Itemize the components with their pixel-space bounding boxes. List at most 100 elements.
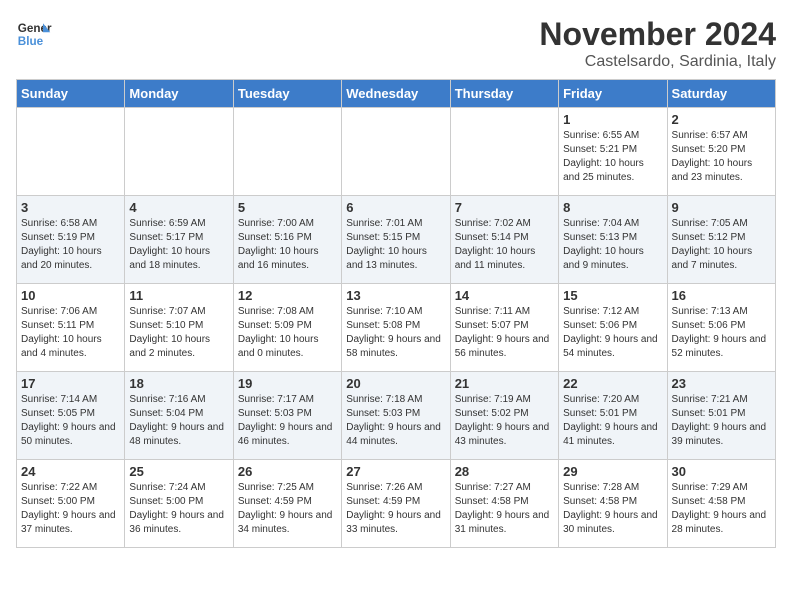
logo: General Blue [16, 16, 52, 52]
day-info: Sunrise: 7:01 AM Sunset: 5:15 PM Dayligh… [346, 217, 445, 273]
day-number: 26 [238, 464, 337, 479]
day-info: Sunrise: 7:19 AM Sunset: 5:02 PM Dayligh… [455, 393, 554, 449]
day-number: 12 [238, 288, 337, 303]
weekday-header-thursday: Thursday [450, 80, 558, 108]
day-info: Sunrise: 6:55 AM Sunset: 5:21 PM Dayligh… [563, 129, 662, 185]
day-cell: 12 Sunrise: 7:08 AM Sunset: 5:09 PM Dayli… [233, 284, 341, 372]
day-number: 21 [455, 376, 554, 391]
logo-icon: General Blue [16, 16, 52, 52]
weekday-header-row: SundayMondayTuesdayWednesdayThursdayFrid… [17, 80, 776, 108]
day-cell: 1Sunrise: 6:55 AM Sunset: 5:21 PM Daylig… [559, 108, 667, 196]
day-number: 25 [129, 464, 228, 479]
day-info: Sunrise: 7:26 AM Sunset: 4:59 PM Dayligh… [346, 481, 445, 537]
svg-text:Blue: Blue [18, 35, 44, 48]
day-cell [450, 108, 558, 196]
weekday-header-wednesday: Wednesday [342, 80, 450, 108]
day-cell: 10 Sunrise: 7:06 AM Sunset: 5:11 PM Dayli… [17, 284, 125, 372]
day-cell: 28Sunrise: 7:27 AM Sunset: 4:58 PM Dayli… [450, 460, 558, 548]
day-number: 8 [563, 200, 662, 215]
day-info: Sunrise: 7:24 AM Sunset: 5:00 PM Dayligh… [129, 481, 228, 537]
day-number: 27 [346, 464, 445, 479]
day-number: 17 [21, 376, 120, 391]
day-number: 19 [238, 376, 337, 391]
weekday-header-monday: Monday [125, 80, 233, 108]
day-info: Sunrise: 7:12 AM Sunset: 5:06 PM Dayligh… [563, 305, 662, 361]
day-cell: 29 Sunrise: 7:28 AM Sunset: 4:58 PM Dayli… [559, 460, 667, 548]
weekday-header-tuesday: Tuesday [233, 80, 341, 108]
day-number: 16 [672, 288, 771, 303]
day-info: Sunrise: 7:28 AM Sunset: 4:58 PM Dayligh… [563, 481, 662, 537]
day-number: 30 [672, 464, 771, 479]
day-number: 13 [346, 288, 445, 303]
day-info: Sunrise: 7:05 AM Sunset: 5:12 PM Dayligh… [672, 217, 771, 273]
day-info: Sunrise: 7:06 AM Sunset: 5:11 PM Dayligh… [21, 305, 120, 361]
week-row-3: 17 Sunrise: 7:14 AM Sunset: 5:05 PM Dayli… [17, 372, 776, 460]
week-row-2: 10 Sunrise: 7:06 AM Sunset: 5:11 PM Dayli… [17, 284, 776, 372]
day-cell: 27 Sunrise: 7:26 AM Sunset: 4:59 PM Dayli… [342, 460, 450, 548]
day-number: 14 [455, 288, 554, 303]
day-number: 18 [129, 376, 228, 391]
day-cell: 20 Sunrise: 7:18 AM Sunset: 5:03 PM Dayli… [342, 372, 450, 460]
day-info: Sunrise: 7:17 AM Sunset: 5:03 PM Dayligh… [238, 393, 337, 449]
day-number: 7 [455, 200, 554, 215]
day-number: 3 [21, 200, 120, 215]
day-cell: 24 Sunrise: 7:22 AM Sunset: 5:00 PM Dayli… [17, 460, 125, 548]
day-info: Sunrise: 7:25 AM Sunset: 4:59 PM Dayligh… [238, 481, 337, 537]
day-info: Sunrise: 7:18 AM Sunset: 5:03 PM Dayligh… [346, 393, 445, 449]
day-info: Sunrise: 7:11 AM Sunset: 5:07 PM Dayligh… [455, 305, 554, 361]
week-row-1: 3 Sunrise: 6:58 AM Sunset: 5:19 PM Daylig… [17, 196, 776, 284]
day-info: Sunrise: 7:14 AM Sunset: 5:05 PM Dayligh… [21, 393, 120, 449]
day-info: Sunrise: 7:16 AM Sunset: 5:04 PM Dayligh… [129, 393, 228, 449]
day-cell [233, 108, 341, 196]
day-number: 2 [672, 112, 771, 127]
day-cell: 16Sunrise: 7:13 AM Sunset: 5:06 PM Dayli… [667, 284, 775, 372]
day-info: Sunrise: 7:00 AM Sunset: 5:16 PM Dayligh… [238, 217, 337, 273]
calendar-table: SundayMondayTuesdayWednesdayThursdayFrid… [16, 79, 776, 548]
day-cell: 2 Sunrise: 6:57 AM Sunset: 5:20 PM Daylig… [667, 108, 775, 196]
day-number: 4 [129, 200, 228, 215]
day-info: Sunrise: 6:58 AM Sunset: 5:19 PM Dayligh… [21, 217, 120, 273]
weekday-header-sunday: Sunday [17, 80, 125, 108]
day-number: 20 [346, 376, 445, 391]
day-cell: 14 Sunrise: 7:11 AM Sunset: 5:07 PM Dayli… [450, 284, 558, 372]
day-info: Sunrise: 7:07 AM Sunset: 5:10 PM Dayligh… [129, 305, 228, 361]
day-number: 5 [238, 200, 337, 215]
day-cell: 9 Sunrise: 7:05 AM Sunset: 5:12 PM Daylig… [667, 196, 775, 284]
day-cell: 22Sunrise: 7:20 AM Sunset: 5:01 PM Dayli… [559, 372, 667, 460]
day-number: 9 [672, 200, 771, 215]
header: General Blue November 2024 Castelsardo, … [16, 16, 776, 71]
day-cell: 4 Sunrise: 6:59 AM Sunset: 5:17 PM Daylig… [125, 196, 233, 284]
day-cell: 17 Sunrise: 7:14 AM Sunset: 5:05 PM Dayli… [17, 372, 125, 460]
day-cell [17, 108, 125, 196]
day-cell: 6Sunrise: 7:01 AM Sunset: 5:15 PM Daylig… [342, 196, 450, 284]
day-cell: 26 Sunrise: 7:25 AM Sunset: 4:59 PM Dayli… [233, 460, 341, 548]
day-info: Sunrise: 7:22 AM Sunset: 5:00 PM Dayligh… [21, 481, 120, 537]
day-number: 29 [563, 464, 662, 479]
day-cell: 30 Sunrise: 7:29 AM Sunset: 4:58 PM Dayli… [667, 460, 775, 548]
weekday-header-friday: Friday [559, 80, 667, 108]
day-cell [342, 108, 450, 196]
day-cell: 21 Sunrise: 7:19 AM Sunset: 5:02 PM Dayli… [450, 372, 558, 460]
day-cell: 25 Sunrise: 7:24 AM Sunset: 5:00 PM Dayli… [125, 460, 233, 548]
day-cell: 7 Sunrise: 7:02 AM Sunset: 5:14 PM Daylig… [450, 196, 558, 284]
day-number: 24 [21, 464, 120, 479]
day-number: 22 [563, 376, 662, 391]
day-cell: 18 Sunrise: 7:16 AM Sunset: 5:04 PM Dayli… [125, 372, 233, 460]
week-row-0: 1Sunrise: 6:55 AM Sunset: 5:21 PM Daylig… [17, 108, 776, 196]
day-number: 10 [21, 288, 120, 303]
day-cell: 15 Sunrise: 7:12 AM Sunset: 5:06 PM Dayli… [559, 284, 667, 372]
day-info: Sunrise: 6:59 AM Sunset: 5:17 PM Dayligh… [129, 217, 228, 273]
week-row-4: 24 Sunrise: 7:22 AM Sunset: 5:00 PM Dayli… [17, 460, 776, 548]
day-cell: 8Sunrise: 7:04 AM Sunset: 5:13 PM Daylig… [559, 196, 667, 284]
location-title: Castelsardo, Sardinia, Italy [539, 53, 776, 71]
day-info: Sunrise: 7:08 AM Sunset: 5:09 PM Dayligh… [238, 305, 337, 361]
day-cell: 11 Sunrise: 7:07 AM Sunset: 5:10 PM Dayli… [125, 284, 233, 372]
day-info: Sunrise: 7:02 AM Sunset: 5:14 PM Dayligh… [455, 217, 554, 273]
day-cell: 13Sunrise: 7:10 AM Sunset: 5:08 PM Dayli… [342, 284, 450, 372]
day-info: Sunrise: 6:57 AM Sunset: 5:20 PM Dayligh… [672, 129, 771, 185]
day-number: 11 [129, 288, 228, 303]
day-number: 15 [563, 288, 662, 303]
day-info: Sunrise: 7:29 AM Sunset: 4:58 PM Dayligh… [672, 481, 771, 537]
day-cell: 3 Sunrise: 6:58 AM Sunset: 5:19 PM Daylig… [17, 196, 125, 284]
day-cell: 23Sunrise: 7:21 AM Sunset: 5:01 PM Dayli… [667, 372, 775, 460]
